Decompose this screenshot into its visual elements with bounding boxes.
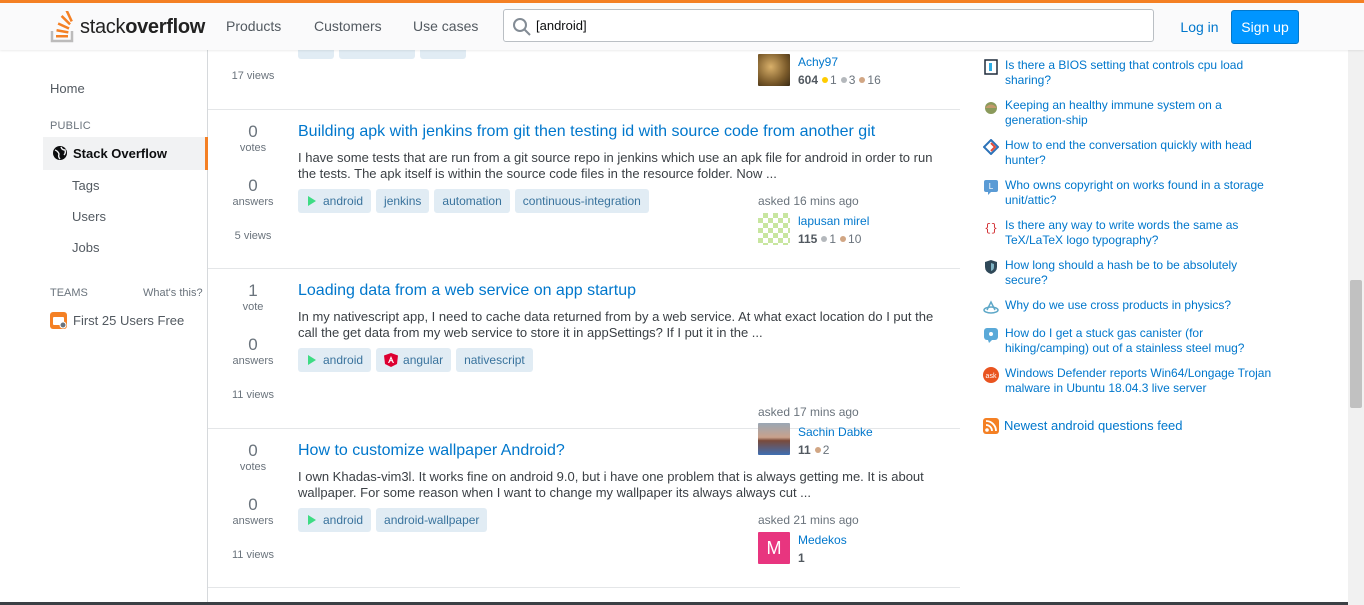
sidebar-item-tags[interactable]: Tags	[72, 178, 99, 193]
tag-android-wallpaper[interactable]: android-wallpaper	[376, 508, 488, 532]
physics-icon	[983, 300, 999, 314]
android-icon	[308, 355, 316, 365]
asked-time: asked 17 mins ago	[758, 405, 859, 419]
tag-list: android android-wallpaper	[298, 508, 488, 532]
svg-text:L: L	[989, 182, 994, 191]
tag-android[interactable]: android	[298, 508, 372, 532]
workplace-icon	[983, 139, 999, 155]
answers-stat: 0 answers	[232, 335, 274, 367]
tag-android[interactable]: android	[298, 189, 372, 213]
user-name[interactable]: lapusan mirel	[798, 214, 869, 228]
stackoverflow-logo-icon	[50, 11, 74, 43]
avatar[interactable]	[758, 213, 790, 245]
tag-jenkins[interactable]: jenkins	[376, 189, 430, 213]
scrollbar-thumb[interactable]	[1350, 280, 1362, 408]
question-excerpt: I have some tests that are run from a gi…	[298, 150, 933, 181]
tag-automation[interactable]: automation	[434, 189, 510, 213]
hot-question-link[interactable]: Who owns copyright on works found in a s…	[1005, 178, 1275, 208]
views-count: 5 views	[234, 230, 272, 242]
outdoors-icon	[984, 328, 998, 343]
user-name[interactable]: Medekos	[798, 533, 847, 547]
search-input[interactable]	[536, 10, 1136, 41]
votes-stat: 0 votes	[239, 441, 267, 473]
svg-text:ask: ask	[986, 373, 997, 380]
logo-text: stackoverflow	[80, 15, 206, 38]
hot-question-link[interactable]: How to end the conversation quickly with…	[1005, 138, 1275, 168]
question-excerpt: I own Khadas-vim3l. It works fine on and…	[298, 469, 924, 500]
svg-text:{}: {}	[984, 223, 997, 235]
sidebar-item-stack-overflow[interactable]: Stack Overflow	[43, 137, 208, 170]
angular-icon	[384, 353, 399, 367]
law-icon: L	[984, 180, 998, 195]
security-icon	[985, 260, 997, 274]
page-scrollbar[interactable]	[1348, 50, 1364, 605]
question-row: 1 vote 0 answers 11 views Loading data fro…	[208, 269, 960, 457]
avatar[interactable]: M	[758, 532, 790, 564]
tag-list: android jenkins automation continuous-in…	[298, 189, 649, 213]
login-button[interactable]: Log in	[1172, 10, 1227, 43]
user-name[interactable]: Achy97	[798, 55, 838, 69]
views-count: 17 views	[231, 70, 275, 82]
android-icon	[308, 196, 316, 206]
sidebar-item-home[interactable]: Home	[50, 81, 85, 96]
question-row: 0 votes 0 answers 5 views Building apk wit…	[208, 110, 960, 269]
question-title[interactable]: How to customize wallpaper Android?	[298, 442, 565, 460]
nav-products[interactable]: Products	[226, 18, 281, 34]
globe-icon	[53, 146, 67, 160]
signup-button[interactable]: Sign up	[1231, 10, 1299, 44]
tex-icon: {}	[984, 223, 997, 235]
user-reputation: 115 1 10	[798, 232, 862, 246]
votes-stat: 1 vote	[242, 281, 264, 313]
briefcase-icon	[50, 312, 67, 329]
hot-question-link[interactable]: How do I get a stuck gas canister (for h…	[1005, 326, 1275, 356]
asked-time: asked 16 mins ago	[758, 194, 859, 208]
hot-question-link[interactable]: Keeping an healthy immune system on a ge…	[1005, 98, 1275, 128]
question-title[interactable]: Loading data from a web service on app s…	[298, 282, 636, 300]
answers-stat: 0 answers	[232, 176, 274, 208]
votes-stat: 0 votes	[239, 122, 267, 154]
tag-nativescript[interactable]: nativescript	[456, 348, 533, 372]
sidebar-heading-teams: TEAMS	[50, 287, 88, 299]
superuser-icon	[984, 59, 998, 75]
android-icon	[308, 515, 316, 525]
hot-question-link[interactable]: How long should a hash be to be absolute…	[1005, 258, 1275, 288]
views-count: 11 views	[232, 549, 274, 561]
question-excerpt: In my nativescript app, I need to cache …	[298, 309, 934, 340]
user-reputation: 1	[798, 551, 805, 565]
tag-angular[interactable]: angular	[376, 348, 452, 372]
rss-icon	[983, 418, 999, 434]
tag-continuous-integration[interactable]: continuous-integration	[514, 189, 649, 213]
question-list: 17 views Achy97 604 1 3 16 0 votes 0 answers …	[208, 35, 960, 605]
sidebar-item-label: Stack Overflow	[73, 146, 167, 161]
search-box[interactable]	[503, 9, 1154, 42]
left-sidebar: Home PUBLIC Stack Overflow Tags Users Jo…	[0, 50, 208, 605]
views-count: 11 views	[232, 389, 274, 401]
hot-question-link[interactable]: Is there any way to write words the same…	[1005, 218, 1275, 248]
worldbuilding-icon	[985, 102, 997, 114]
hot-question-link[interactable]: Windows Defender reports Win64/Longage T…	[1005, 366, 1275, 396]
nav-use-cases[interactable]: Use cases	[413, 18, 478, 34]
search-icon	[513, 18, 531, 36]
user-reputation: 604 1 3 16	[798, 73, 881, 87]
tag-android[interactable]: android	[298, 348, 372, 372]
hot-question-link[interactable]: Why do we use cross products in physics?	[1005, 298, 1275, 313]
tag-list: android angular nativescript	[298, 348, 533, 372]
top-bar: stackoverflow Products Customers Use cas…	[0, 0, 1364, 50]
whats-this-link[interactable]: What's this?	[143, 287, 203, 299]
nav-customers[interactable]: Customers	[314, 18, 382, 34]
hot-question-link[interactable]: Is there a BIOS setting that controls cp…	[1005, 58, 1275, 88]
question-row: 0 votes 0 answers 11 views How to customiz…	[208, 429, 960, 588]
stackoverflow-logo[interactable]: stackoverflow	[50, 9, 205, 45]
askubuntu-icon: ask	[983, 367, 999, 383]
avatar[interactable]	[758, 54, 790, 86]
rss-feed-label: Newest android questions feed	[1004, 418, 1183, 433]
asked-time: asked 21 mins ago	[758, 513, 859, 527]
answers-stat: 0 answers	[232, 495, 274, 527]
sidebar-heading-public: PUBLIC	[50, 120, 91, 132]
sidebar-item-label: First 25 Users Free	[73, 313, 185, 328]
question-title[interactable]: Building apk with jenkins from git then …	[298, 123, 875, 141]
sidebar-item-users[interactable]: Users	[72, 209, 106, 224]
sidebar-item-jobs[interactable]: Jobs	[72, 240, 99, 255]
